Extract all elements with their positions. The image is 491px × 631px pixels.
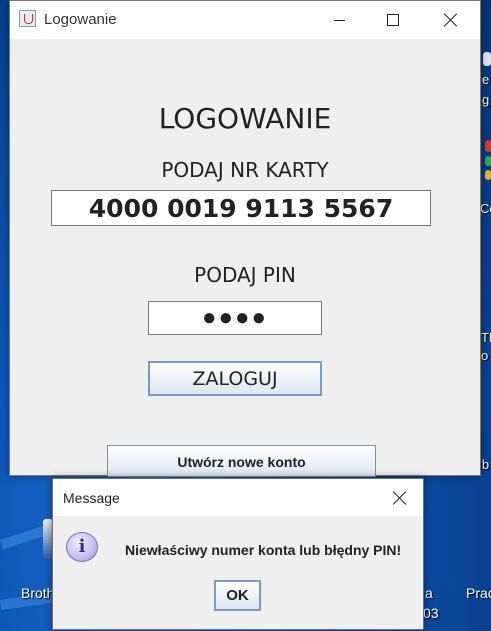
- login-button[interactable]: ZALOGUJ: [148, 361, 322, 396]
- minimize-icon: [333, 19, 345, 21]
- message-dialog: Message i Niewłaściwy numer konta lub bł…: [52, 478, 424, 630]
- desktop-icon[interactable]: [485, 170, 491, 180]
- minimize-button[interactable]: [311, 1, 367, 39]
- maximize-button[interactable]: [365, 1, 421, 39]
- page-title: LOGOWANIE: [158, 102, 332, 135]
- desktop-icon[interactable]: [485, 140, 491, 152]
- desktop-label[interactable]: Broth: [21, 585, 54, 601]
- desktop-icon[interactable]: [483, 52, 491, 66]
- close-button[interactable]: [423, 1, 479, 39]
- login-window: Logowanie LOGOWANIE PODAJ NR KARTY 4000 …: [9, 0, 481, 477]
- dialog-titlebar[interactable]: Message: [53, 479, 423, 516]
- dialog-title: Message: [63, 490, 120, 506]
- pin-input[interactable]: ●●●●: [148, 301, 322, 335]
- close-icon: [444, 13, 458, 27]
- desktop-label[interactable]: a: [425, 585, 433, 601]
- desktop-label-fragment: g: [482, 92, 490, 107]
- info-icon: i: [66, 532, 98, 562]
- desktop-label[interactable]: Prac: [466, 585, 491, 601]
- desktop-label-fragment: Co: [480, 201, 491, 216]
- ok-button[interactable]: OK: [214, 580, 261, 611]
- card-number-label: PODAJ NR KARTY: [161, 158, 329, 182]
- desktop-label-fragment: e: [482, 72, 490, 87]
- desktop-label-fragment: TE: [481, 330, 491, 345]
- card-number-input[interactable]: 4000 0019 9113 5567: [51, 190, 431, 226]
- window-title: Logowanie: [44, 11, 117, 28]
- dialog-close-button[interactable]: [387, 485, 413, 511]
- window-titlebar[interactable]: Logowanie: [10, 1, 480, 39]
- close-icon: [393, 491, 407, 505]
- java-app-icon: [19, 10, 36, 27]
- desktop-icon[interactable]: [485, 156, 491, 166]
- pin-label: PODAJ PIN: [194, 263, 296, 287]
- dialog-message: Niewłaściwy numer konta lub błędny PIN!: [125, 542, 402, 558]
- desktop-label[interactable]: 03: [423, 605, 439, 621]
- desktop-label-fragment: o: [481, 348, 489, 363]
- create-account-button[interactable]: Utwórz nowe konto: [107, 445, 376, 477]
- maximize-icon: [387, 14, 399, 26]
